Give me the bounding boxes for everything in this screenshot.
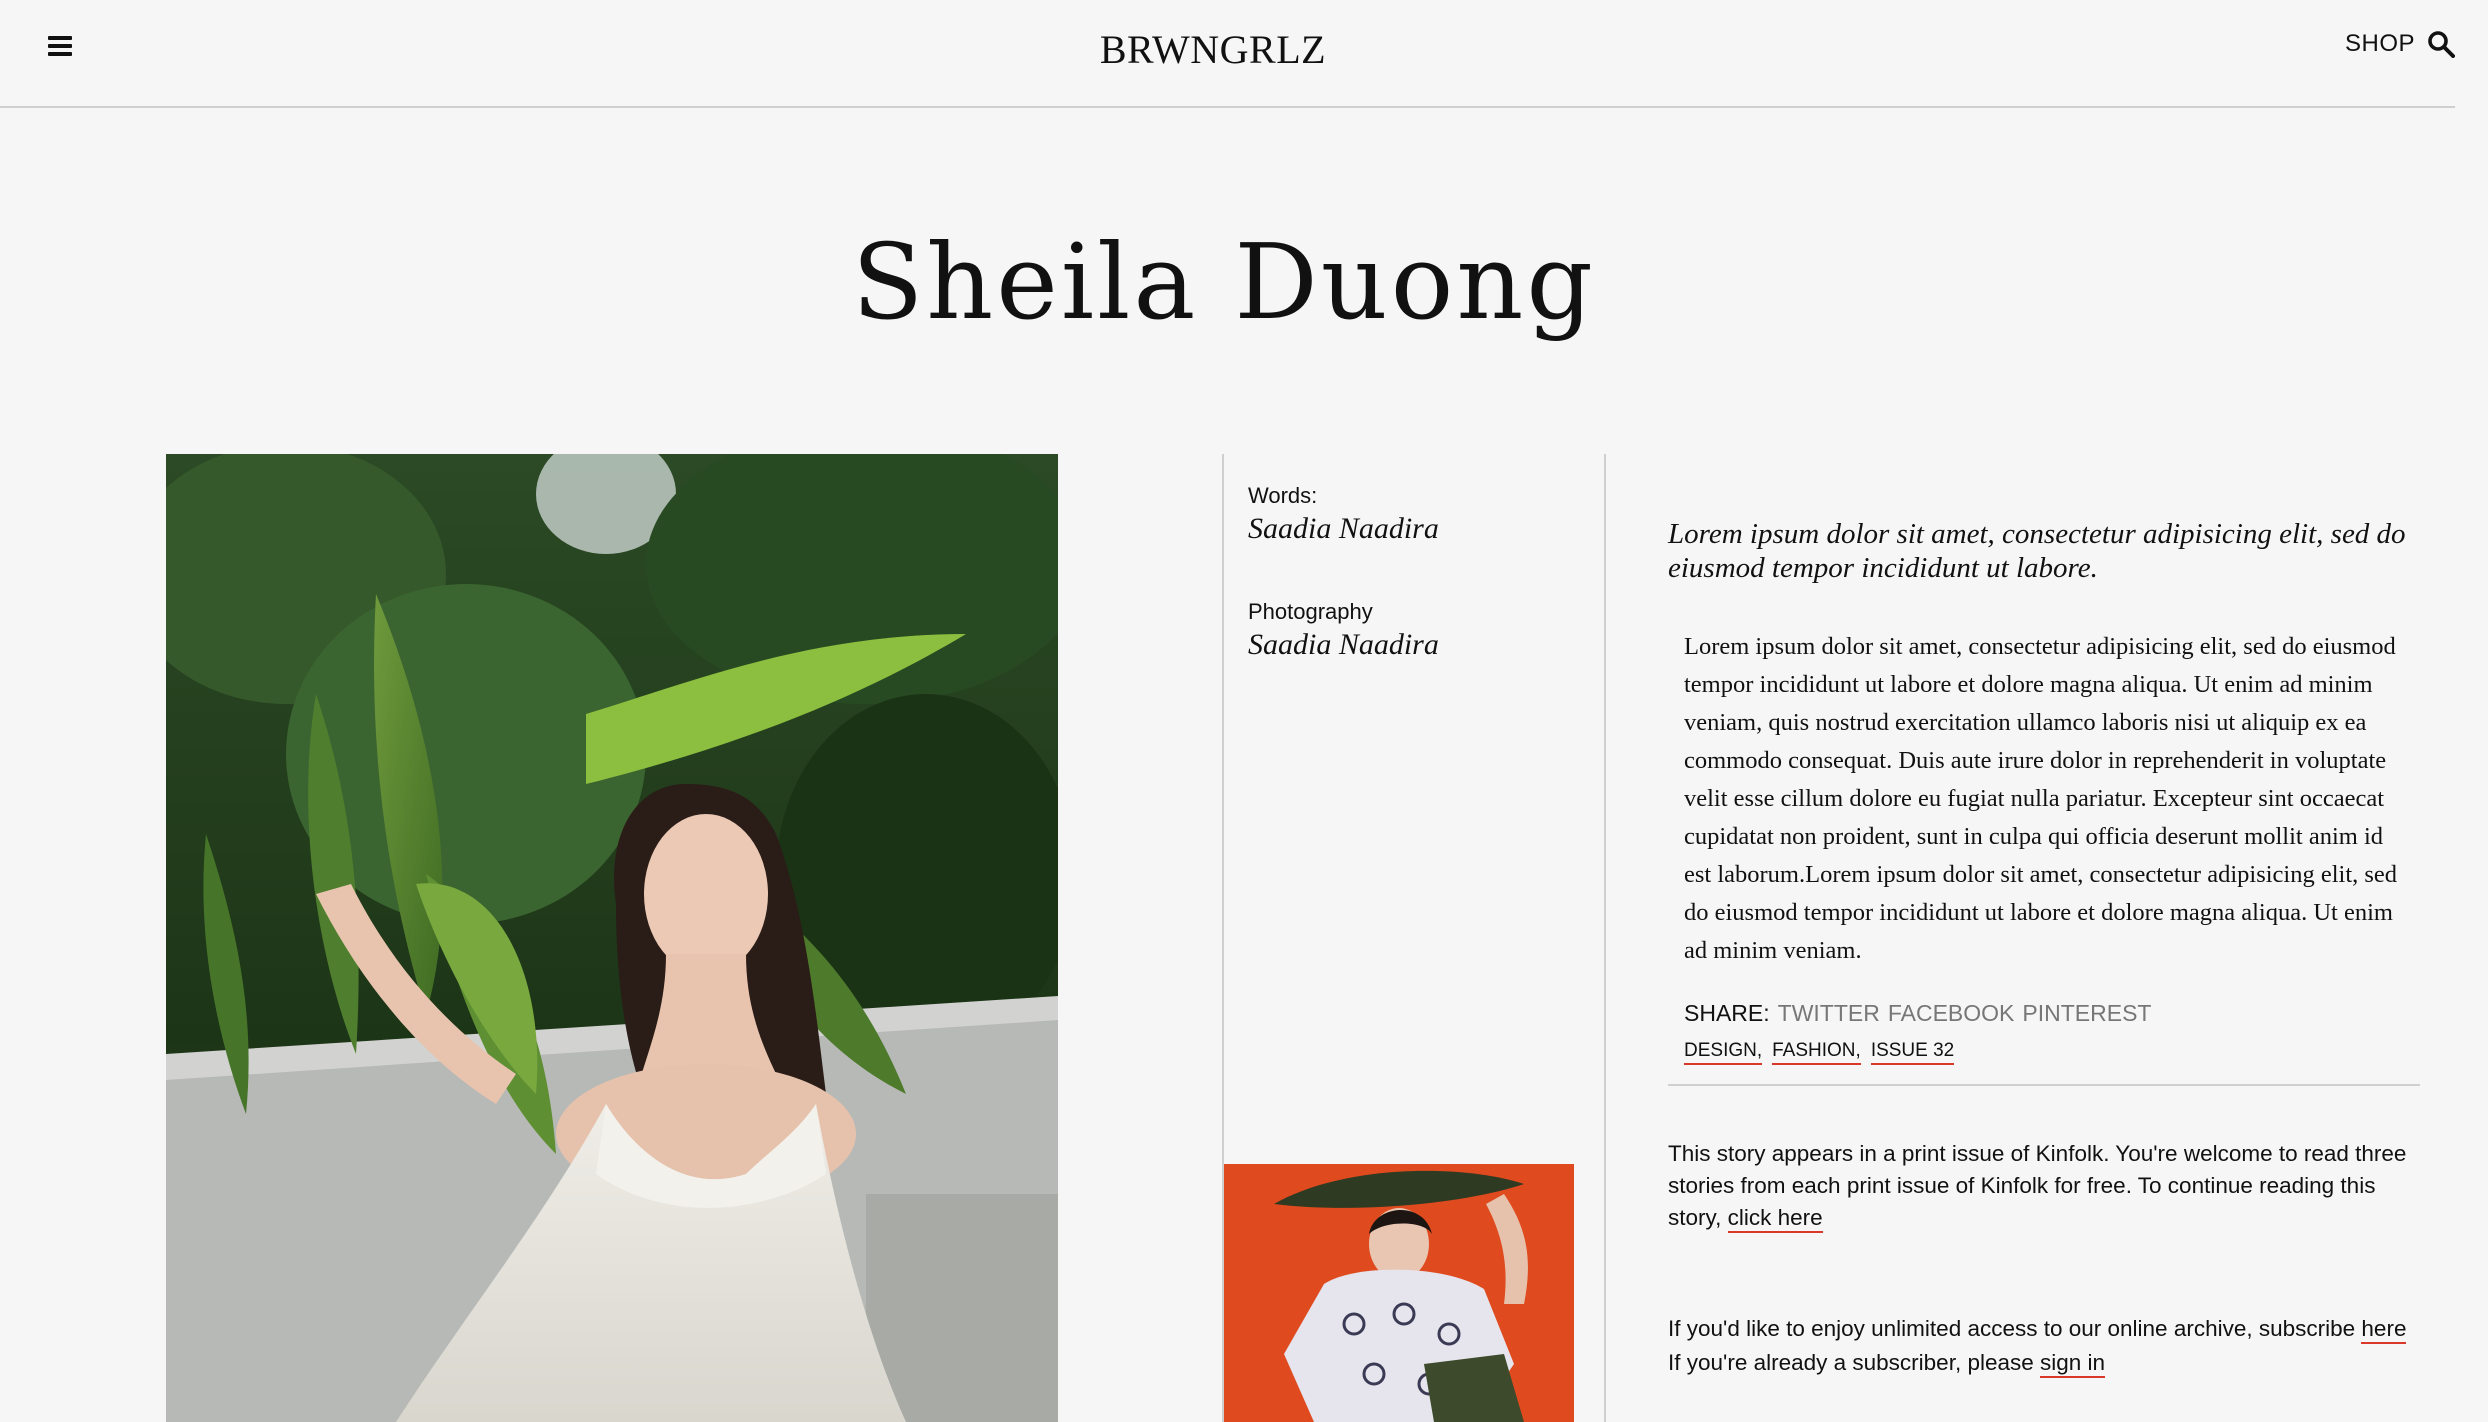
click-here-link[interactable]: click here xyxy=(1727,1205,1823,1233)
article-divider xyxy=(1668,1084,2420,1086)
subscribe-notice: If you'd like to enjoy unlimited access … xyxy=(1668,1312,2420,1380)
site-logo[interactable]: BRWNGRLZ xyxy=(0,26,2426,73)
site-header: BRWNGRLZ SHOP xyxy=(0,0,2455,108)
credit-words-label: Words: xyxy=(1248,483,1318,508)
share-label: SHARE: xyxy=(1684,1000,1770,1026)
share-twitter-link[interactable]: TWITTER xyxy=(1778,1000,1880,1027)
hero-portrait-image xyxy=(166,454,1058,1422)
share-row: SHARE: TWITTER FACEBOOK PINTEREST xyxy=(1684,1000,2151,1027)
tag-fashion[interactable]: FASHION, xyxy=(1772,1040,1861,1065)
page-title: Sheila Duong xyxy=(852,221,1596,343)
shop-area: SHOP xyxy=(2345,30,2455,58)
signin-notice-text: If you're already a subscriber, please xyxy=(1668,1350,2034,1375)
share-facebook-link[interactable]: FACEBOOK xyxy=(1888,1000,2015,1027)
shop-link[interactable]: SHOP xyxy=(2345,30,2415,58)
article-lede: Lorem ipsum dolor sit amet, consectetur … xyxy=(1668,518,2406,584)
tag-issue[interactable]: ISSUE 32 xyxy=(1870,1040,1955,1065)
subscribe-here-link[interactable]: here xyxy=(2361,1316,2407,1344)
sign-in-link[interactable]: sign in xyxy=(2040,1350,2106,1378)
credits-column: Words: Saadia Naadira Photography Saadia… xyxy=(1222,454,1606,1422)
search-icon[interactable] xyxy=(2427,30,2455,58)
print-issue-notice: This story appears in a print issue of K… xyxy=(1668,1138,2420,1234)
article-body: Lorem ipsum dolor sit amet, consectetur … xyxy=(1684,633,2398,964)
credit-photography: Photography Saadia Naadira xyxy=(1248,598,1439,663)
share-pinterest-link[interactable]: PINTEREST xyxy=(2022,1000,2151,1027)
credit-words: Words: Saadia Naadira xyxy=(1248,482,1439,547)
secondary-portrait-image xyxy=(1224,1164,1574,1422)
credit-photo-label: Photography xyxy=(1248,599,1373,624)
tag-design[interactable]: DESIGN, xyxy=(1684,1040,1763,1065)
credit-photo-name[interactable]: Saadia Naadira xyxy=(1248,627,1439,663)
archive-notice-text: If you'd like to enjoy unlimited access … xyxy=(1668,1316,2356,1341)
credit-words-name[interactable]: Saadia Naadira xyxy=(1248,511,1439,547)
tags-row: DESIGN, FASHION, ISSUE 32 xyxy=(1684,1040,1955,1065)
